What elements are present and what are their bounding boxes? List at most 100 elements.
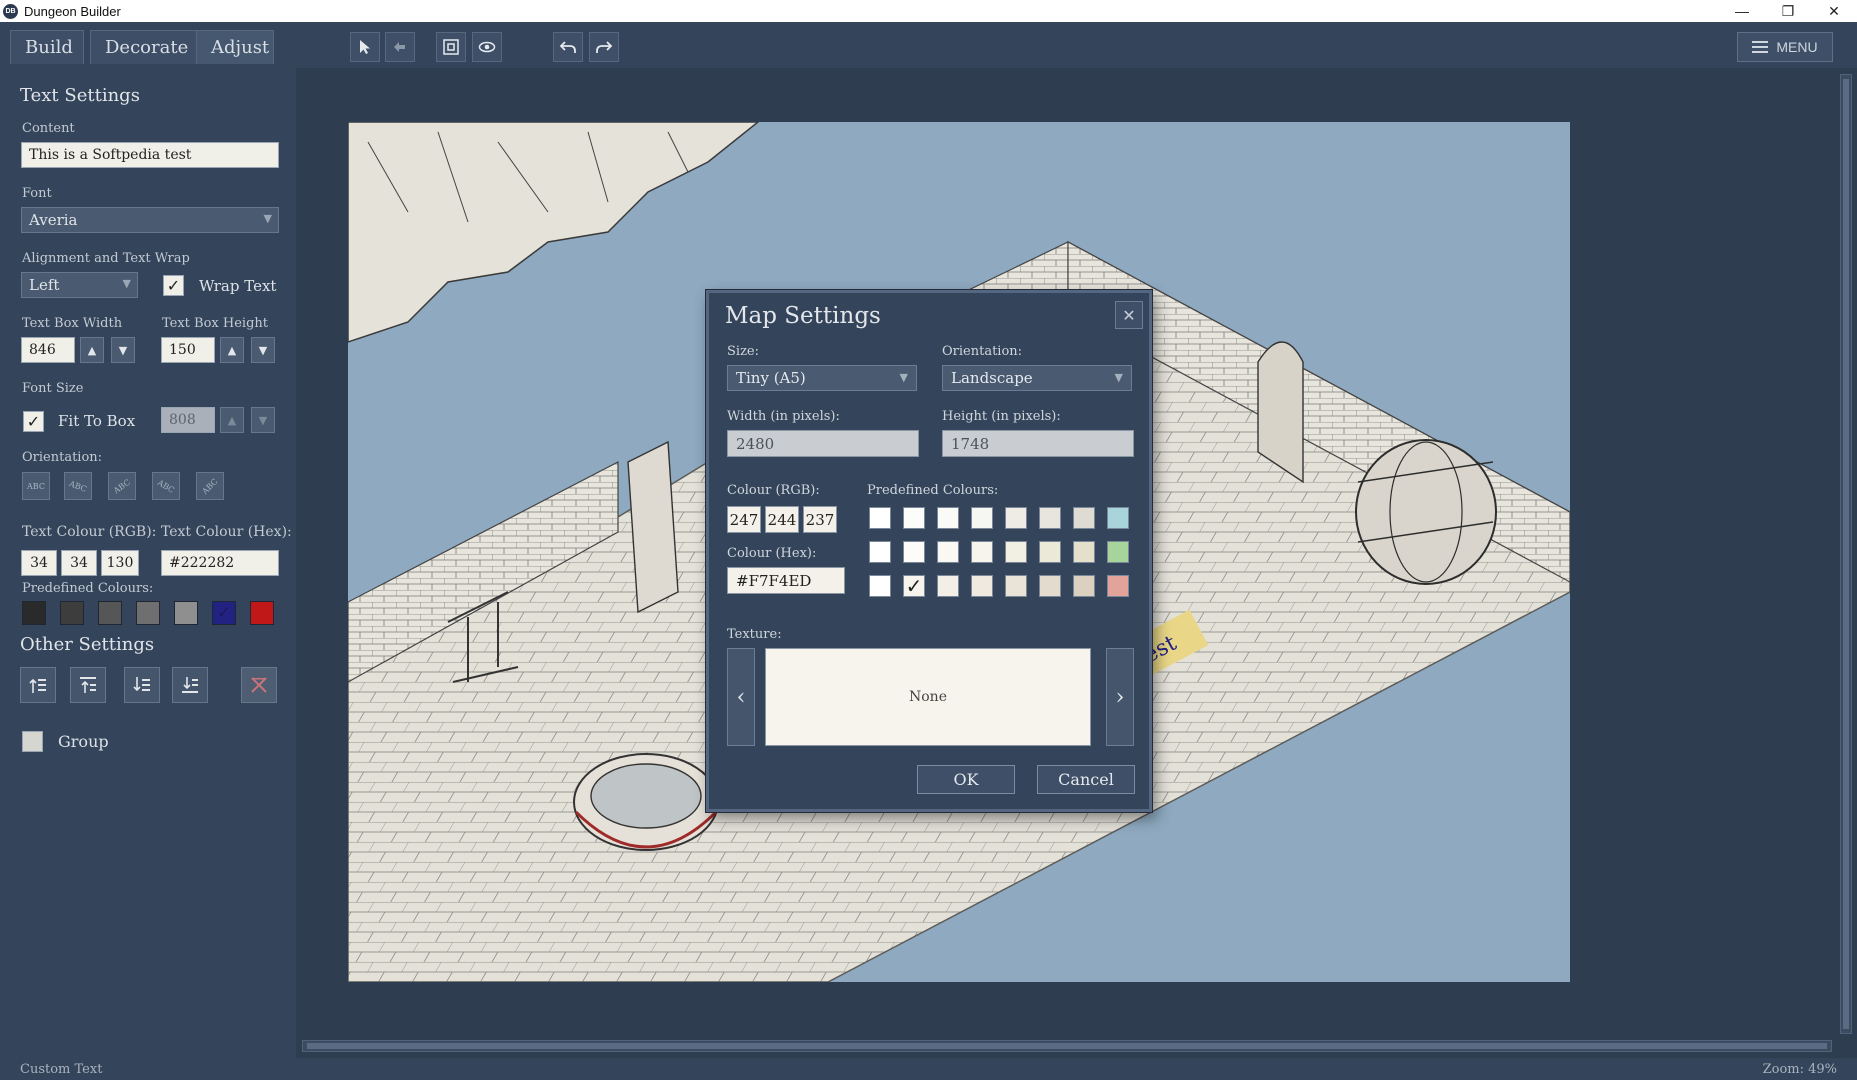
palette-swatch[interactable] [1107, 575, 1129, 597]
size-select[interactable]: Tiny (A5) ▼ [727, 365, 917, 391]
text-box-height-input[interactable]: 150 [161, 337, 215, 363]
width-decrement-icon[interactable]: ▼ [111, 337, 135, 363]
horizontal-scrollbar[interactable] [302, 1040, 1832, 1052]
eye-icon[interactable] [472, 32, 502, 62]
close-window-icon[interactable]: ✕ [1811, 0, 1857, 22]
palette-swatch[interactable] [869, 507, 891, 529]
text-box-height-label: Text Box Height [162, 316, 268, 331]
text-colour-b-input[interactable]: 130 [101, 550, 139, 576]
tab-adjust[interactable]: Adjust [196, 30, 274, 64]
bring-forward-icon[interactable] [70, 667, 106, 703]
orientation-vertical-icon[interactable]: ABC [196, 472, 224, 500]
palette-swatch[interactable] [1005, 541, 1027, 563]
bring-to-front-icon[interactable] [20, 667, 56, 703]
text-colour-r-input[interactable]: 34 [21, 550, 57, 576]
size-value: Tiny (A5) [736, 369, 806, 387]
app-logo-icon: DB [3, 3, 18, 19]
palette-swatch[interactable] [903, 507, 925, 529]
fit-view-icon[interactable] [436, 32, 466, 62]
palette-swatch[interactable] [937, 575, 959, 597]
minimize-icon[interactable]: — [1719, 0, 1765, 22]
close-icon[interactable]: ✕ [1115, 301, 1143, 329]
cancel-button[interactable]: Cancel [1037, 765, 1135, 794]
palette-swatch[interactable] [1039, 541, 1061, 563]
text-colour-swatch[interactable]: ✓ [212, 601, 236, 625]
palette-swatch[interactable] [1073, 575, 1095, 597]
text-colour-swatch[interactable] [98, 601, 122, 625]
palette-swatch[interactable] [1107, 507, 1129, 529]
colour-rgb-label: Colour (RGB): [727, 483, 820, 498]
undo-icon[interactable] [553, 32, 583, 62]
menu-button[interactable]: MENU [1737, 32, 1833, 62]
font-select[interactable]: Averia ▼ [21, 207, 279, 233]
send-backward-icon[interactable] [124, 667, 160, 703]
ok-button[interactable]: OK [917, 765, 1015, 794]
palette-swatch[interactable] [1073, 541, 1095, 563]
palette-swatch[interactable] [1005, 507, 1027, 529]
palette-swatch[interactable] [971, 507, 993, 529]
palette-swatch[interactable] [1107, 541, 1129, 563]
alignment-value: Left [29, 276, 60, 294]
orientation-arc-up-icon[interactable]: ABC [64, 472, 92, 500]
palette-swatch[interactable] [937, 507, 959, 529]
orientation-diagonal-up-icon[interactable]: ABC [108, 472, 136, 500]
delete-icon[interactable] [241, 667, 277, 703]
palette-swatch[interactable] [903, 541, 925, 563]
content-input[interactable]: This is a Softpedia test [21, 142, 279, 168]
orientation-label: Orientation: [942, 344, 1023, 359]
tab-build[interactable]: Build [10, 30, 84, 64]
palette-swatch[interactable] [869, 575, 891, 597]
text-colour-swatch[interactable] [174, 601, 198, 625]
font-size-increment-icon[interactable]: ▲ [220, 407, 244, 433]
text-colour-swatch[interactable] [60, 601, 84, 625]
text-colour-g-input[interactable]: 34 [61, 550, 97, 576]
height-label: Height (in pixels): [942, 409, 1061, 424]
palette-swatch[interactable] [971, 575, 993, 597]
group-checkbox[interactable] [22, 731, 43, 752]
palette-swatch[interactable] [869, 541, 891, 563]
colour-r-input[interactable]: 247 [727, 506, 761, 533]
text-colour-hex-input[interactable]: #222282 [161, 550, 279, 576]
vertical-scrollbar[interactable] [1840, 74, 1852, 1034]
select-arrow-icon[interactable] [350, 32, 380, 62]
wrap-text-checkbox[interactable]: ✓ [163, 275, 184, 296]
colour-hex-input[interactable]: #F7F4ED [727, 567, 845, 594]
restore-icon[interactable]: ❐ [1765, 0, 1811, 22]
horizontal-scroll-thumb[interactable] [307, 1043, 1827, 1049]
width-input[interactable]: 2480 [727, 430, 919, 457]
text-colour-swatch[interactable] [136, 601, 160, 625]
alignment-select[interactable]: Left ▼ [21, 272, 138, 298]
palette-swatch[interactable] [1073, 507, 1095, 529]
vertical-scroll-thumb[interactable] [1843, 79, 1849, 1029]
palette-swatch[interactable] [971, 541, 993, 563]
send-to-back-icon[interactable] [172, 667, 208, 703]
palette-swatch[interactable] [1039, 507, 1061, 529]
fit-to-box-checkbox[interactable]: ✓ [23, 411, 44, 432]
colour-g-input[interactable]: 244 [765, 506, 799, 533]
width-increment-icon[interactable]: ▲ [80, 337, 104, 363]
orientation-horizontal-icon[interactable]: ABC [22, 472, 50, 500]
texture-value: None [909, 689, 947, 705]
height-decrement-icon[interactable]: ▼ [251, 337, 275, 363]
text-settings-heading: Text Settings [20, 85, 140, 106]
height-input[interactable]: 1748 [942, 430, 1134, 457]
text-colour-swatch[interactable] [250, 601, 274, 625]
texture-prev-icon[interactable]: ‹ [727, 648, 755, 746]
font-size-decrement-icon[interactable]: ▼ [251, 407, 275, 433]
palette-swatch[interactable] [1039, 575, 1061, 597]
text-box-width-input[interactable]: 846 [21, 337, 75, 363]
height-increment-icon[interactable]: ▲ [220, 337, 244, 363]
tab-decorate[interactable]: Decorate [90, 30, 198, 64]
orientation-select[interactable]: Landscape ▼ [942, 365, 1132, 391]
hand-pan-icon[interactable] [385, 32, 415, 62]
text-colour-swatch[interactable] [22, 601, 46, 625]
font-size-input[interactable]: 808 [161, 407, 215, 433]
palette-swatch-selected[interactable]: ✓ [903, 574, 925, 598]
redo-icon[interactable] [589, 32, 619, 62]
palette-swatch[interactable] [1005, 575, 1027, 597]
palette-swatch[interactable] [937, 541, 959, 563]
orientation-diagonal-down-icon[interactable]: ABC [152, 472, 180, 500]
colour-b-input[interactable]: 237 [803, 506, 837, 533]
texture-next-icon[interactable]: › [1106, 648, 1134, 746]
well-water [590, 763, 702, 829]
